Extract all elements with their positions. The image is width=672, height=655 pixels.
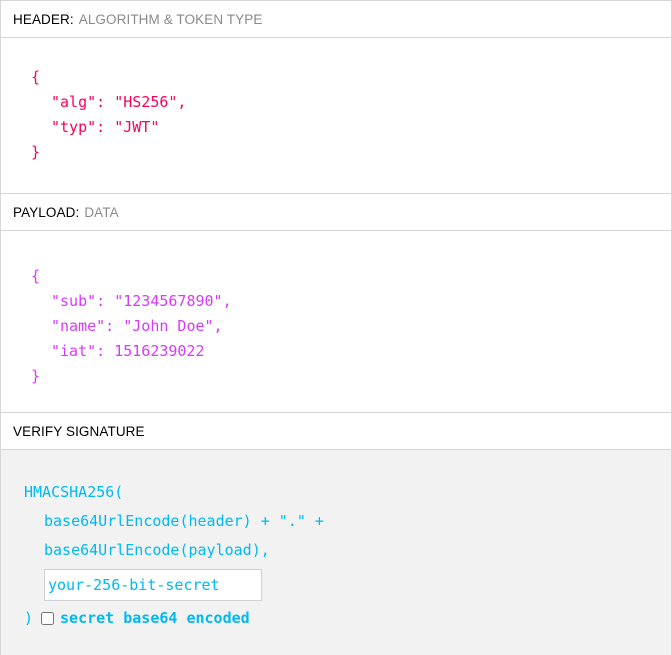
- secret-input[interactable]: [44, 569, 262, 601]
- header-json-editor[interactable]: { "alg": "HS256", "typ": "JWT" }: [1, 38, 671, 193]
- payload-section-subtitle: DATA: [84, 204, 119, 220]
- jwt-decoded-panel: HEADER: ALGORITHM & TOKEN TYPE { "alg": …: [0, 0, 672, 655]
- hmac-arg-header: base64UrlEncode(header) + "." +: [44, 512, 324, 530]
- payload-json-close-brace: }: [31, 367, 41, 385]
- verify-section-title-bar: VERIFY SIGNATURE: [1, 412, 671, 450]
- hmac-function-open: HMACSHA256(: [24, 483, 124, 501]
- hmac-arg-payload: base64UrlEncode(payload),: [44, 541, 270, 559]
- payload-json-editor[interactable]: { "sub": "1234567890", "name": "John Doe…: [1, 231, 671, 412]
- payload-json-line-iat: "iat": 1516239022: [51, 342, 205, 360]
- hmac-function-close: ): [24, 609, 34, 627]
- header-json-close-brace: }: [31, 143, 41, 161]
- payload-section-title-bar: PAYLOAD: DATA: [1, 193, 671, 231]
- header-section-subtitle: ALGORITHM & TOKEN TYPE: [78, 11, 263, 27]
- payload-json-line-name: "name": "John Doe",: [51, 317, 223, 335]
- header-json-line-typ: "typ": "JWT": [51, 118, 160, 136]
- header-json-line-alg: "alg": "HS256",: [51, 93, 187, 111]
- payload-json-open-brace: {: [31, 267, 41, 285]
- hmac-close-row: ) secret base64 encoded: [24, 603, 671, 633]
- header-section-title: HEADER:: [13, 11, 74, 27]
- secret-input-row: [24, 567, 671, 603]
- verify-signature-body: HMACSHA256( base64UrlEncode(header) + ".…: [1, 450, 671, 655]
- secret-base64-label[interactable]: secret base64 encoded: [60, 609, 250, 627]
- header-section-title-bar: HEADER: ALGORITHM & TOKEN TYPE: [1, 0, 671, 38]
- secret-base64-checkbox[interactable]: [41, 611, 55, 625]
- verify-section-title: VERIFY SIGNATURE: [13, 423, 145, 439]
- header-json-open-brace: {: [31, 68, 41, 86]
- payload-section-title: PAYLOAD:: [13, 204, 80, 220]
- payload-json-line-sub: "sub": "1234567890",: [51, 292, 232, 310]
